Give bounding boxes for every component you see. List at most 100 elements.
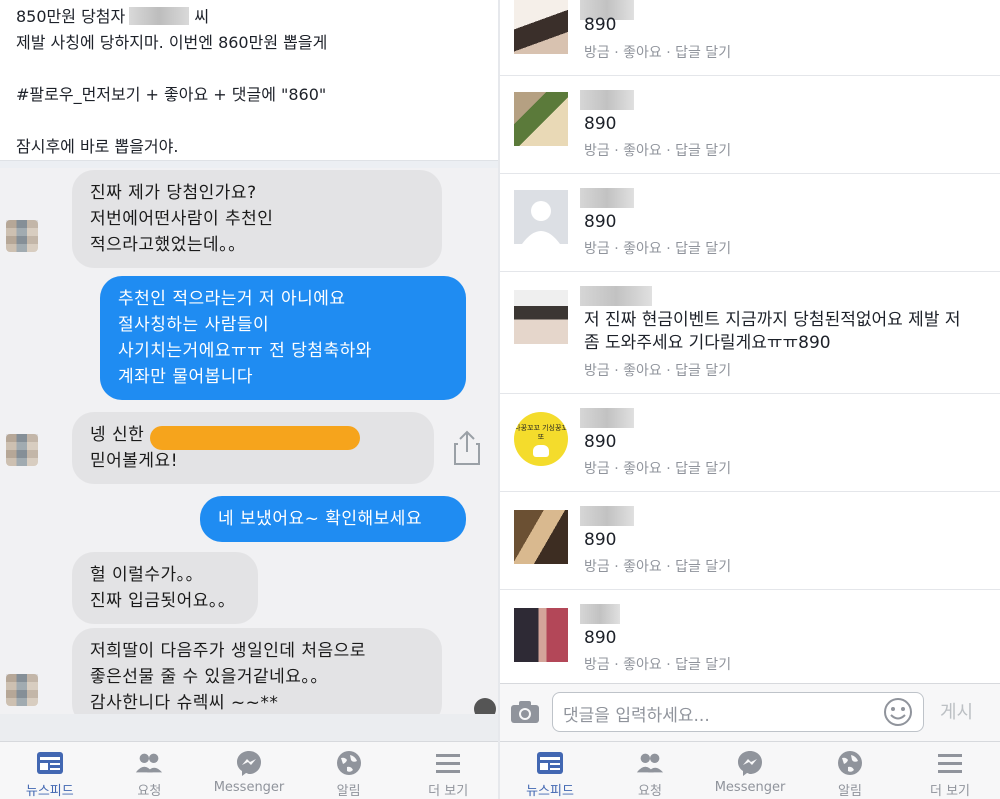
- tab-label: Messenger: [714, 780, 786, 795]
- bubble-line: 네 보냈어요~ 확인해보세요: [218, 509, 423, 529]
- faded-toolbar: [0, 714, 498, 742]
- tab-requests[interactable]: 요청: [600, 742, 700, 799]
- comment-actions[interactable]: 방금 · 좋아요 · 답글 달기: [584, 42, 731, 62]
- comment-item: 나꿍꼬꼬 기싱꿍꼬또 890 방금 · 좋아요 · 답글 달기: [500, 394, 1000, 492]
- avatar: 나꿍꼬꼬 기싱꿍꼬또: [514, 412, 568, 466]
- bubble-line: 진짜 입금됫어요。。: [90, 591, 236, 611]
- bubble-line: 믿어볼게요!: [90, 451, 179, 471]
- tab-label: 요청: [638, 784, 662, 799]
- newsfeed-icon: [535, 749, 565, 777]
- messenger-icon: [234, 749, 264, 777]
- tab-requests[interactable]: 요청: [100, 742, 200, 799]
- left-screenshot: 850만원 당첨자 씨 제발 사칭에 당하지마. 이번엔 860만원 뽑을게 #…: [0, 0, 498, 799]
- comment-composer: 댓글을 입력하세요... 게시: [500, 683, 1000, 741]
- tab-notifications[interactable]: 알림: [800, 742, 900, 799]
- friend-requests-icon: [134, 749, 164, 777]
- bubble-line: 좋은선물 줄 수 있을거같네요。。: [90, 667, 328, 687]
- tab-label: 알림: [838, 784, 862, 799]
- bubble-line: 헐 이럴수가。。: [90, 565, 204, 585]
- comment-item: 890 방금 · 좋아요 · 답글 달기: [500, 0, 1000, 76]
- post-comment-button[interactable]: 게시: [940, 698, 973, 724]
- comment-text: 저 진짜 현금이벤트 지금까지 당첨된적없어요 제발 저 좀 도와주세요 기다릴…: [584, 309, 961, 355]
- tab-bar: 뉴스피드 요청 Messenger 알림 더 보기: [0, 741, 498, 799]
- newsfeed-icon: [35, 749, 65, 777]
- tab-label: 뉴스피드: [25, 784, 74, 799]
- avatar: [6, 434, 38, 466]
- tab-messenger[interactable]: Messenger: [199, 742, 299, 799]
- tab-messenger[interactable]: Messenger: [700, 742, 800, 799]
- blurred-commenter-name: [580, 604, 620, 624]
- tab-newsfeed[interactable]: 뉴스피드: [0, 742, 100, 799]
- chat-bubble-outgoing: 추천인 적으라는거 저 아니에요 절사칭하는 사람들이 사기치는거에요ㅠㅠ 전 …: [100, 276, 466, 400]
- chat-bubble-outgoing: 네 보냈어요~ 확인해보세요: [200, 496, 466, 542]
- comment-text: 890: [584, 113, 616, 136]
- tab-more[interactable]: 더 보기: [900, 742, 1000, 799]
- bubble-line: 사기치는거에요ㅠㅠ 전 당첨축하와: [118, 341, 372, 361]
- tab-more[interactable]: 더 보기: [398, 742, 498, 799]
- chat-bubble-incoming: 저희딸이 다음주가 생일인데 처음으로 좋은선물 줄 수 있을거같네요。。 감사…: [72, 628, 442, 714]
- avatar: [6, 220, 38, 252]
- avatar: [514, 510, 568, 564]
- bubble-line: 저번에어떤사람이 추천인: [90, 209, 274, 229]
- bubble-line: 계좌만 물어봅니다: [118, 367, 254, 387]
- share-icon[interactable]: [452, 430, 482, 466]
- comment-line: 890: [584, 432, 617, 452]
- comment-item: 890 방금 · 좋아요 · 답글 달기: [500, 590, 1000, 684]
- comment-input[interactable]: 댓글을 입력하세요...: [552, 692, 924, 732]
- chat-bubble-incoming: 진짜 제가 당첨인가요? 저번에어떤사람이 추천인 적으라고했었는데。。: [72, 170, 442, 268]
- blurred-name: [129, 7, 190, 25]
- avatar: [514, 290, 568, 344]
- bubble-line: 저희딸이 다음주가 생일인데 처음으로: [90, 641, 366, 661]
- tab-newsfeed[interactable]: 뉴스피드: [500, 742, 600, 799]
- post-line-1-suffix: 씨: [194, 7, 210, 26]
- post-line-1: 850만원 당첨자 씨: [16, 4, 482, 30]
- comment-text: 890: [584, 627, 616, 650]
- menu-icon: [935, 749, 965, 777]
- tab-label: 더 보기: [929, 784, 970, 799]
- comment-text: 890: [584, 211, 616, 234]
- smiley-icon[interactable]: [883, 697, 913, 727]
- blurred-commenter-name: [580, 408, 634, 428]
- comment-text: 890: [584, 14, 616, 37]
- comment-text: 890: [584, 431, 616, 454]
- menu-icon: [433, 749, 463, 777]
- tab-label: Messenger: [213, 780, 285, 795]
- info-icon: [474, 698, 496, 714]
- post-line-2: 제발 사칭에 당하지마. 이번엔 860만원 뽑을게: [16, 33, 328, 52]
- bubble-line: 감사한니다 슈렉씨 ~~**: [90, 693, 279, 713]
- post-text: 850만원 당첨자 씨 제발 사칭에 당하지마. 이번엔 860만원 뽑을게 #…: [0, 0, 498, 158]
- divider: [0, 160, 498, 168]
- avatar: [514, 0, 568, 54]
- tab-notifications[interactable]: 알림: [299, 742, 399, 799]
- comment-actions[interactable]: 방금 · 좋아요 · 답글 달기: [584, 238, 731, 258]
- globe-notifications-icon: [334, 749, 364, 777]
- comment-actions[interactable]: 방금 · 좋아요 · 답글 달기: [584, 458, 731, 478]
- blurred-commenter-name: [580, 286, 652, 306]
- tab-bar: 뉴스피드 요청 Messenger 알림 더 보기: [500, 741, 1000, 799]
- comment-actions[interactable]: 방금 · 좋아요 · 답글 달기: [584, 140, 731, 160]
- tab-label: 더 보기: [428, 784, 469, 799]
- camera-icon[interactable]: [510, 700, 540, 724]
- blurred-commenter-name: [580, 188, 634, 208]
- avatar: [514, 608, 568, 662]
- blurred-commenter-name: [580, 90, 634, 110]
- comment-line: 저 진짜 현금이벤트 지금까지 당첨된적없어요 제발 저: [584, 310, 961, 330]
- post-line-4: 잠시후에 바로 뽑을거야.: [16, 137, 179, 156]
- comment-text: 890: [584, 529, 616, 552]
- friend-requests-icon: [635, 749, 665, 777]
- redaction-mark: [150, 426, 360, 450]
- avatar: [6, 674, 38, 706]
- bubble-line: 절사칭하는 사람들이: [118, 315, 270, 335]
- comment-item: 890 방금 · 좋아요 · 답글 달기: [500, 492, 1000, 590]
- comment-actions[interactable]: 방금 · 좋아요 · 답글 달기: [584, 360, 731, 380]
- comment-line: 890: [584, 212, 617, 232]
- comment-actions[interactable]: 방금 · 좋아요 · 답글 달기: [584, 556, 731, 576]
- comment-item: 890 방금 · 좋아요 · 답글 달기: [500, 76, 1000, 174]
- comment-actions[interactable]: 방금 · 좋아요 · 답글 달기: [584, 654, 731, 674]
- comment-input-placeholder: 댓글을 입력하세요...: [563, 706, 710, 726]
- blurred-commenter-name: [580, 506, 634, 526]
- chat-screenshot: 진짜 제가 당첨인가요? 저번에어떤사람이 추천인 적으라고했었는데。。 추천인…: [0, 168, 498, 714]
- comment-line: 890: [584, 628, 617, 648]
- tab-label: 요청: [137, 784, 162, 799]
- comment-line: 좀 도와주세요 기다릴게요ㅠㅠ890: [584, 333, 831, 353]
